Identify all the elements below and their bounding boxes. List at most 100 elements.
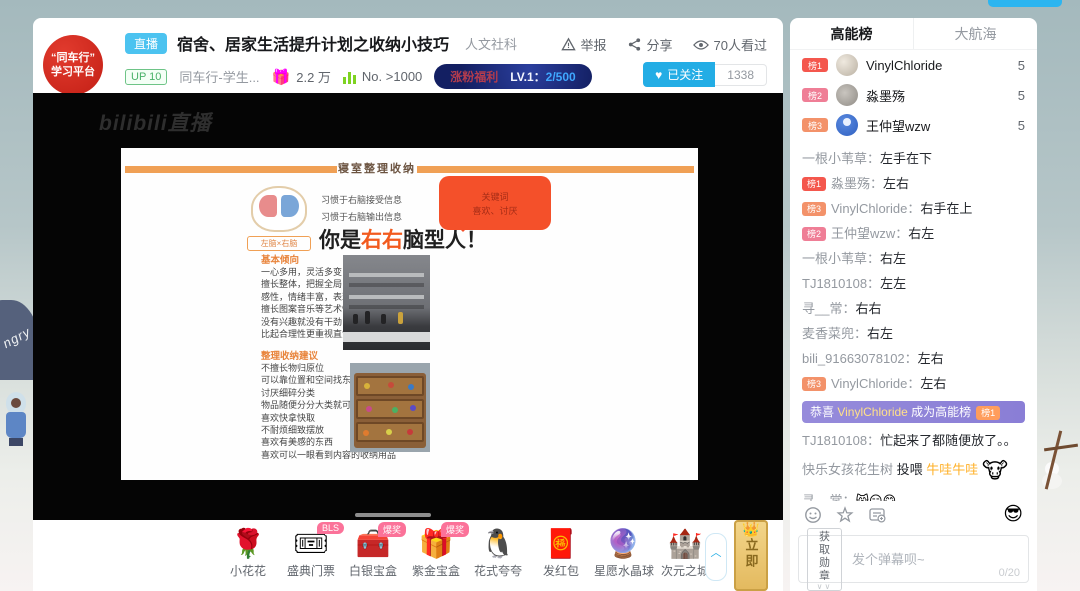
stream-header: “同车行” 学习平台 直播 宿舍、居家生活提升计划之收纳小技巧 人文社科 举报 … [33, 18, 783, 93]
gift-bar: 🌹小花花🎟BLS盛典门票🧰爆奖白银宝盒🎁爆奖紫金宝盒🐧花式夸夸🧧发红包🔮星愿水晶… [33, 520, 783, 591]
double-chevron-down-icon: ∨∨ [815, 583, 834, 590]
chat-message: TJ1810108：左左 [802, 271, 1025, 296]
background-stick [1044, 444, 1078, 452]
message-text: 左右 [920, 376, 946, 391]
boarding-ribbon[interactable]: 👑 立即 [734, 520, 768, 591]
chat-panel: 高能榜大航海 榜1 VinylChloride 5 榜2淼墨殇5 榜3 王仲望wzw 5 一… [790, 18, 1037, 591]
crystal-ball-icon: 🔮 [594, 526, 652, 562]
message-text: 右手在上 [920, 201, 972, 216]
streamer-logo[interactable]: “同车行” 学习平台 [43, 35, 103, 95]
fans-benefit-pill[interactable]: 涨粉福利 LV.1：2/500 [434, 64, 591, 89]
gift-feed-message: 快乐女孩花生树 投喂 牛哇牛哇 🐮 [802, 453, 1025, 488]
report-button[interactable]: 举报 [561, 35, 607, 54]
danmaku-settings-icon[interactable] [868, 506, 887, 524]
chat-message: 麦香菜兜：右左 [802, 321, 1025, 346]
warning-icon [561, 37, 576, 52]
ranking-row[interactable]: 榜2淼墨殇5 [790, 80, 1037, 110]
rank-badge: 榜3 [802, 377, 826, 391]
message-text: 左右 [918, 351, 944, 366]
message-text: 左手在下 [880, 151, 932, 166]
gift-item[interactable]: 🌹小花花 [219, 526, 277, 580]
rank-user-name: VinylChloride [866, 58, 1010, 73]
section1-title: 基本倾向 [261, 252, 299, 266]
gift-item[interactable]: 🐧花式夸夸 [469, 526, 527, 580]
followed-button[interactable]: ♥ 已关注 [643, 62, 715, 87]
panel-tabs: 高能榜大航海 [790, 18, 1037, 50]
slide-title-bar-right [417, 166, 694, 173]
video-player[interactable]: bilibili直播 寝室整理收纳 左脑×右脑 习惯于右脑接受信息 习惯于右脑输… [33, 93, 783, 520]
message-text: 右左 [880, 251, 906, 266]
player-bottom-handle[interactable] [355, 513, 431, 517]
rank-badge: 榜3 [802, 118, 828, 132]
bilibili-live-watermark: bilibili直播 [99, 107, 212, 137]
followed-label: 已关注 [667, 66, 703, 83]
keyword-toast: 关键词 喜欢、讨厌 [439, 176, 551, 230]
eye-icon [693, 39, 709, 51]
magic-star-icon[interactable] [836, 506, 854, 524]
rank-user-name: 淼墨殇 [866, 86, 1010, 105]
gift-item[interactable]: 🧰爆奖白银宝盒 [344, 526, 402, 580]
rank-badge: 榜1 [802, 177, 826, 191]
mascot-icon: 🐧 [469, 526, 527, 562]
share-button[interactable]: 分享 [627, 35, 673, 54]
gift-item[interactable]: 🎁爆奖紫金宝盒 [407, 526, 465, 580]
message-text: 左右 [883, 176, 909, 191]
collapse-gift-bar-button[interactable]: ︿ [705, 533, 727, 581]
slide-title-bar-left [125, 166, 337, 173]
crown-icon: 👑 [734, 520, 768, 538]
tab-fleet[interactable]: 大航海 [913, 18, 1037, 49]
share-label: 分享 [647, 35, 673, 54]
gift-item[interactable]: 🧧发红包 [532, 526, 590, 580]
share-icon [627, 37, 642, 52]
message-text: 右左 [867, 326, 893, 341]
message-user: 一根小苇草： [802, 151, 880, 166]
presentation-slide: 寝室整理收纳 左脑×右脑 习惯于右脑接受信息 习惯于右脑输出信息 你是右右脑型人… [121, 148, 698, 480]
gift-label: 盛典门票 [287, 564, 335, 578]
toast-line2: 喜欢、讨厌 [439, 204, 551, 218]
rank-badge: 榜1 [976, 406, 1000, 420]
message-user: 寻__常： [802, 301, 855, 316]
background-character [6, 392, 28, 450]
boarding-label: 立即 [742, 538, 761, 570]
char-counter: 0/20 [999, 567, 1020, 579]
brain-label: 左脑×右脑 [247, 236, 311, 251]
gift-box-icon: 🎁 [272, 68, 291, 86]
chat-message: 一根小苇草：右左 [802, 246, 1025, 271]
message-user: 一根小苇草： [802, 251, 880, 266]
top-partial-button[interactable] [988, 0, 1062, 7]
streamer-name[interactable]: 同车行-学生... [179, 67, 259, 86]
room-category[interactable]: 人文社科 [465, 34, 517, 53]
chat-message: 榜1淼墨殇：左右 [802, 171, 1025, 196]
gift-item[interactable]: 🔮星愿水晶球 [594, 526, 652, 580]
emote-picker-icon[interactable] [804, 506, 822, 524]
gift-badge: BLS [317, 522, 344, 534]
rank-badge: 榜3 [802, 202, 826, 216]
gift-label: 白银宝盒 [349, 564, 397, 578]
gift-item[interactable]: 🎟BLS盛典门票 [282, 526, 340, 580]
high-energy-banner: 恭喜 VinylChloride 成为高能榜榜1 [802, 401, 1025, 423]
avatar [836, 84, 858, 106]
fans-pill-progress: 2/500 [546, 70, 576, 84]
slide-title: 寝室整理收纳 [337, 160, 417, 176]
habit-line1: 习惯于右脑接受信息 [321, 192, 402, 209]
message-user: 麦香菜兜： [802, 326, 867, 341]
rank-value: 5 [1018, 58, 1025, 73]
logo-line2: 学习平台 [51, 65, 95, 79]
chat-message: bili_91663078102：左右 [802, 346, 1025, 371]
message-user: 王仲望wzw： [831, 226, 908, 241]
viewers-label: 70人看过 [714, 35, 767, 54]
message-text: 右左 [908, 226, 934, 241]
danmaku-input[interactable] [852, 552, 1028, 567]
get-medal-button[interactable]: 获取勋章 ∨∨ [807, 528, 842, 591]
tab-high-energy[interactable]: 高能榜 [790, 18, 913, 49]
rank-user-name: 王仲望wzw [866, 116, 1010, 135]
ranking-row[interactable]: 榜3 王仲望wzw 5 [790, 110, 1037, 140]
ranking-list: 榜1VinylChloride5榜2淼墨殇5榜3王仲望wzw5 [790, 50, 1037, 140]
danmaku-input-area: 获取勋章 ∨∨ 0/20 [798, 535, 1029, 583]
rank-value: 5 [1018, 118, 1025, 133]
live-badge: 直播 [125, 33, 167, 54]
sunglasses-emoji-icon[interactable]: 😎 [1003, 503, 1023, 526]
message-user: bili_91663078102： [802, 351, 918, 366]
room-title: 宿舍、居家生活提升计划之收纳小技巧 [177, 31, 449, 55]
ranking-row[interactable]: 榜1VinylChloride5 [790, 50, 1037, 80]
